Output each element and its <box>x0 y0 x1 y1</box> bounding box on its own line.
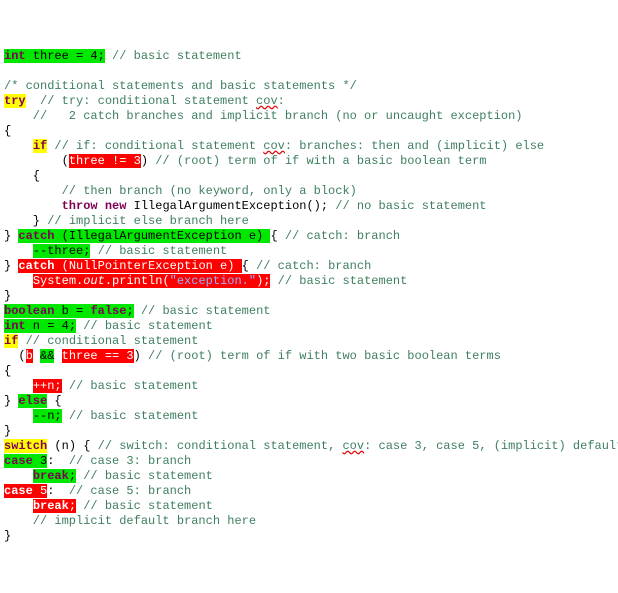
line: try // try: conditional statement cov: <box>4 94 285 108</box>
line: System.out.println("exception."); // bas… <box>4 274 407 288</box>
line: } else { <box>4 394 62 408</box>
line: --three; // basic statement <box>4 244 227 258</box>
line: ++n; // basic statement <box>4 379 198 393</box>
line: } catch (NullPointerException e) { // ca… <box>4 259 371 273</box>
code-block: int three = 4; // basic statement /* con… <box>4 34 614 544</box>
line: { <box>4 124 11 138</box>
line: break; // basic statement <box>4 469 213 483</box>
line: (three != 3) // (root) term of if with a… <box>4 154 487 168</box>
line: int n = 4; // basic statement <box>4 319 213 333</box>
line: switch (n) { // switch: conditional stat… <box>4 439 618 453</box>
line: } // implicit else branch here <box>4 214 249 228</box>
line: case 5: // case 5: branch <box>4 484 191 498</box>
line: // then branch (no keyword, only a block… <box>4 184 357 198</box>
line: // 2 catch branches and implicit branch … <box>4 109 522 123</box>
line: case 3: // case 3: branch <box>4 454 191 468</box>
line: } <box>4 529 11 543</box>
line: if // if: conditional statement cov: bra… <box>4 139 544 153</box>
line: } <box>4 424 11 438</box>
line: { <box>4 169 40 183</box>
line: { <box>4 364 11 378</box>
line: boolean b = false; // basic statement <box>4 304 270 318</box>
line: if // conditional statement <box>4 334 198 348</box>
line: } catch (IllegalArgumentException e) { /… <box>4 229 400 243</box>
line: --n; // basic statement <box>4 409 198 423</box>
line: // implicit default branch here <box>4 514 256 528</box>
line: } <box>4 289 11 303</box>
line: break; // basic statement <box>4 499 213 513</box>
line: /* conditional statements and basic stat… <box>4 79 357 93</box>
line: int three = 4; // basic statement <box>4 49 242 63</box>
line: throw new IllegalArgumentException(); //… <box>4 199 487 213</box>
line: (b && three == 3) // (root) term of if w… <box>4 349 501 363</box>
